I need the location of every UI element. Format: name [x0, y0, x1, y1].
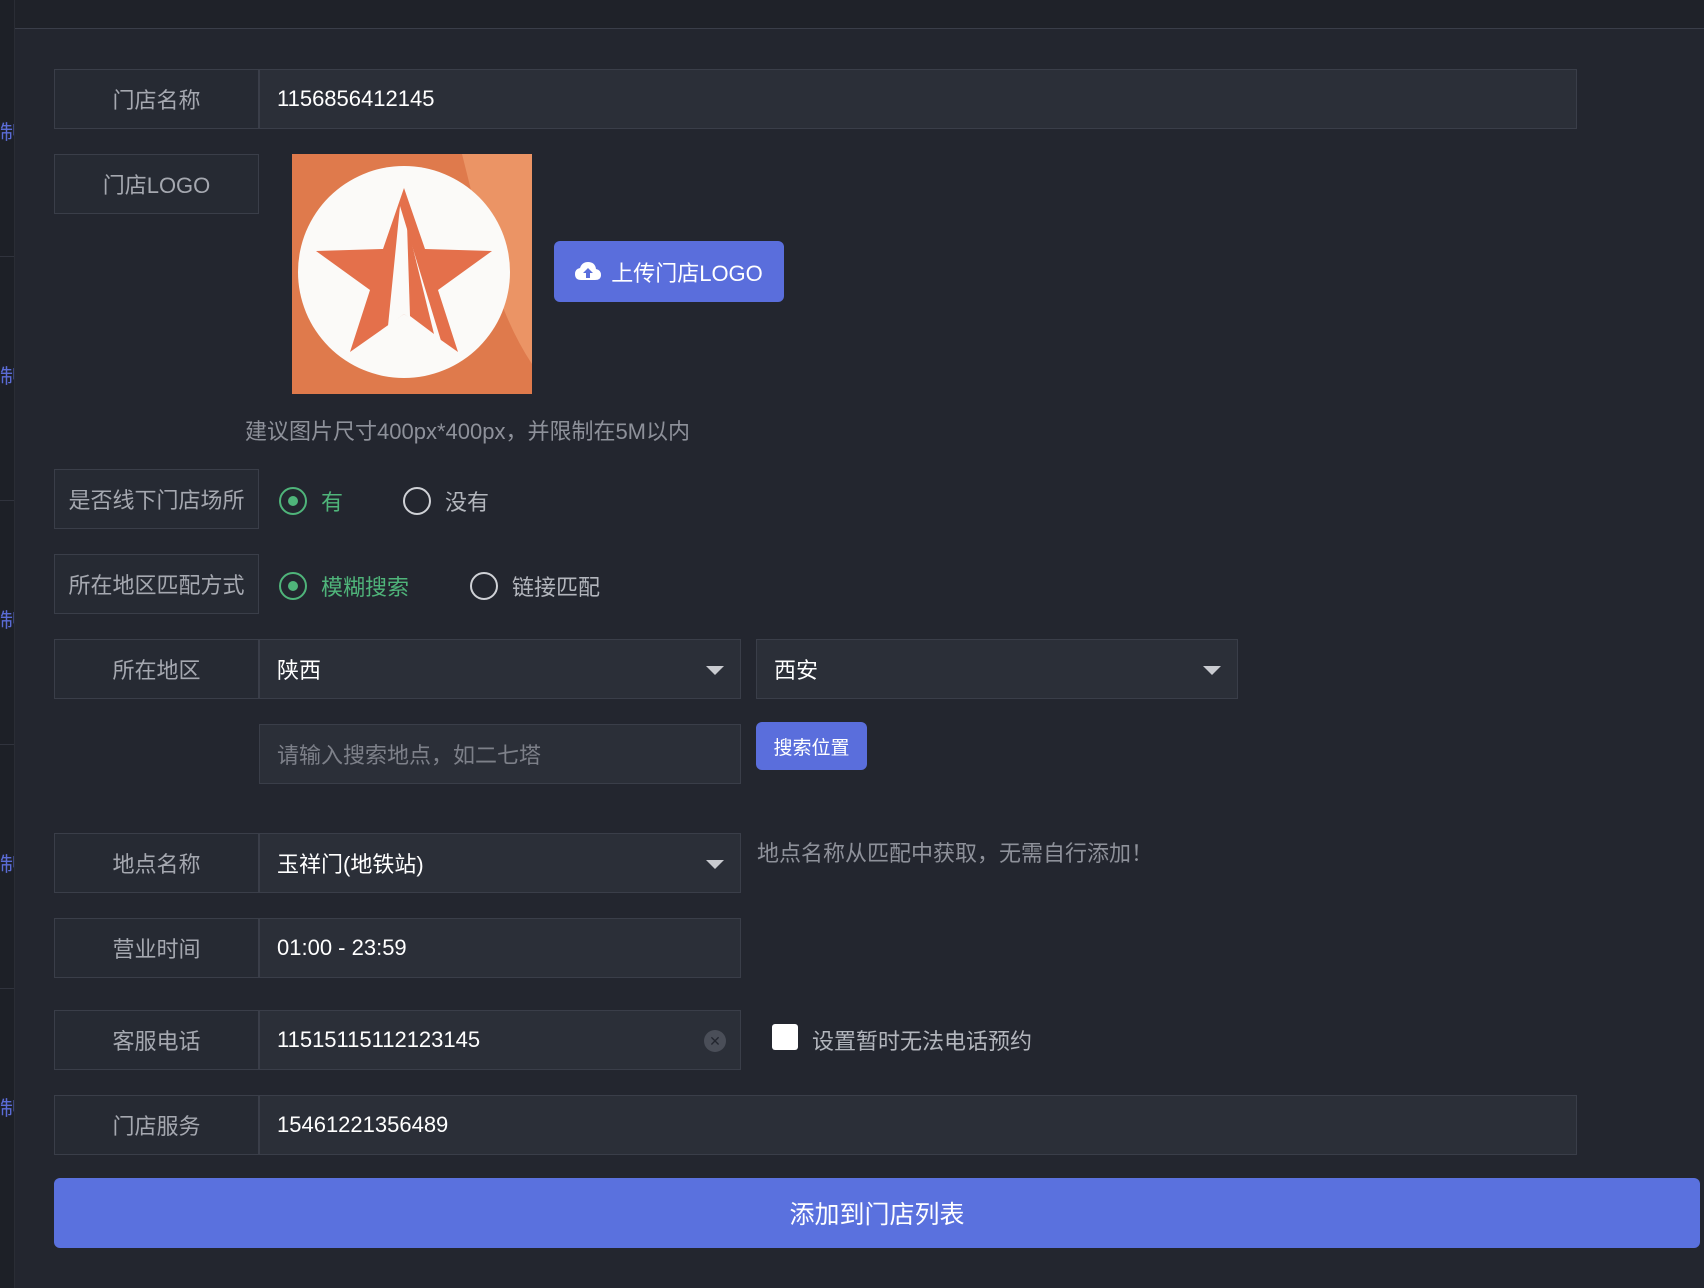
place-name-select-value: 玉祥门(地铁站)	[277, 852, 424, 877]
region-match-option-fuzzy[interactable]: 模糊搜索	[279, 570, 409, 602]
location-search-input[interactable]: 请输入搜索地点，如二七塔	[259, 724, 741, 784]
logo-size-hint: 建议图片尺寸400px*400px，并限制在5M以内	[245, 419, 691, 444]
clear-icon[interactable]: ✕	[704, 1030, 726, 1052]
region-match-label: 所在地区匹配方式	[54, 554, 259, 614]
region-match-option-fuzzy-label: 模糊搜索	[321, 575, 410, 600]
sidebar-edge-glyph: 制	[0, 122, 14, 144]
sidebar-edge-glyph: 制	[0, 366, 14, 388]
province-select-value: 陕西	[277, 658, 322, 683]
search-location-button[interactable]: 搜索位置	[756, 722, 867, 770]
offline-venue-option-no[interactable]: 没有	[403, 485, 489, 517]
phone-booking-checkbox[interactable]	[772, 1024, 798, 1050]
upload-logo-button-label: 上传门店LOGO	[611, 260, 763, 286]
upload-logo-button[interactable]: 上传门店LOGO	[554, 241, 784, 302]
city-select-value: 西安	[774, 658, 819, 683]
region-match-option-link-label: 链接匹配	[512, 575, 601, 600]
store-logo-label: 门店LOGO	[54, 154, 259, 214]
phone-booking-checkbox-label: 设置暂时无法电话预约	[812, 1029, 1033, 1054]
place-name-select[interactable]: 玉祥门(地铁站)	[259, 833, 741, 893]
chevron-down-icon	[706, 666, 724, 675]
sidebar-edge-separator	[0, 500, 14, 501]
store-name-label: 门店名称	[54, 69, 259, 129]
sidebar-edge-separator	[0, 256, 14, 257]
service-phone-input[interactable]: 11515115112123145 ✕	[259, 1010, 741, 1070]
top-bar	[0, 0, 1704, 29]
offline-venue-option-no-label: 没有	[445, 490, 490, 515]
offline-venue-option-yes-label: 有	[321, 490, 344, 515]
service-phone-label: 客服电话	[54, 1010, 259, 1070]
region-label: 所在地区	[54, 639, 259, 699]
sidebar-edge-glyph: 制	[0, 854, 14, 876]
sidebar-edge-glyph: 制	[0, 1098, 14, 1120]
sidebar-edge-glyph: 制	[0, 610, 14, 632]
cloud-upload-icon	[575, 261, 602, 280]
province-select[interactable]: 陕西	[259, 639, 741, 699]
chevron-down-icon	[1203, 666, 1221, 675]
place-name-note: 地点名称从匹配中获取，无需自行添加！	[757, 841, 1154, 866]
store-name-input[interactable]: 1156856412145	[259, 69, 1577, 129]
chevron-down-icon	[706, 860, 724, 869]
add-to-store-list-button[interactable]: 添加到门店列表	[54, 1178, 1700, 1248]
place-name-label: 地点名称	[54, 833, 259, 893]
business-hours-label: 营业时间	[54, 918, 259, 978]
offline-venue-option-yes[interactable]: 有	[279, 485, 343, 517]
radio-selected-icon[interactable]	[279, 572, 307, 600]
sidebar-edge-separator	[0, 744, 14, 745]
region-match-option-link[interactable]: 链接匹配	[470, 570, 600, 602]
radio-unselected-icon[interactable]	[403, 487, 431, 515]
store-service-input[interactable]: 15461221356489	[259, 1095, 1577, 1155]
business-hours-input[interactable]: 01:00 - 23:59	[259, 918, 741, 978]
store-logo-image	[292, 154, 532, 394]
store-service-label: 门店服务	[54, 1095, 259, 1155]
radio-unselected-icon[interactable]	[470, 572, 498, 600]
sidebar-edge-separator	[0, 988, 14, 989]
radio-selected-icon[interactable]	[279, 487, 307, 515]
offline-venue-label: 是否线下门店场所	[54, 469, 259, 529]
sidebar-edge: 制 制 制 制 制	[0, 0, 15, 1288]
service-phone-value: 11515115112123145	[277, 1027, 481, 1052]
city-select[interactable]: 西安	[756, 639, 1238, 699]
store-logo-star-icon	[292, 154, 532, 394]
